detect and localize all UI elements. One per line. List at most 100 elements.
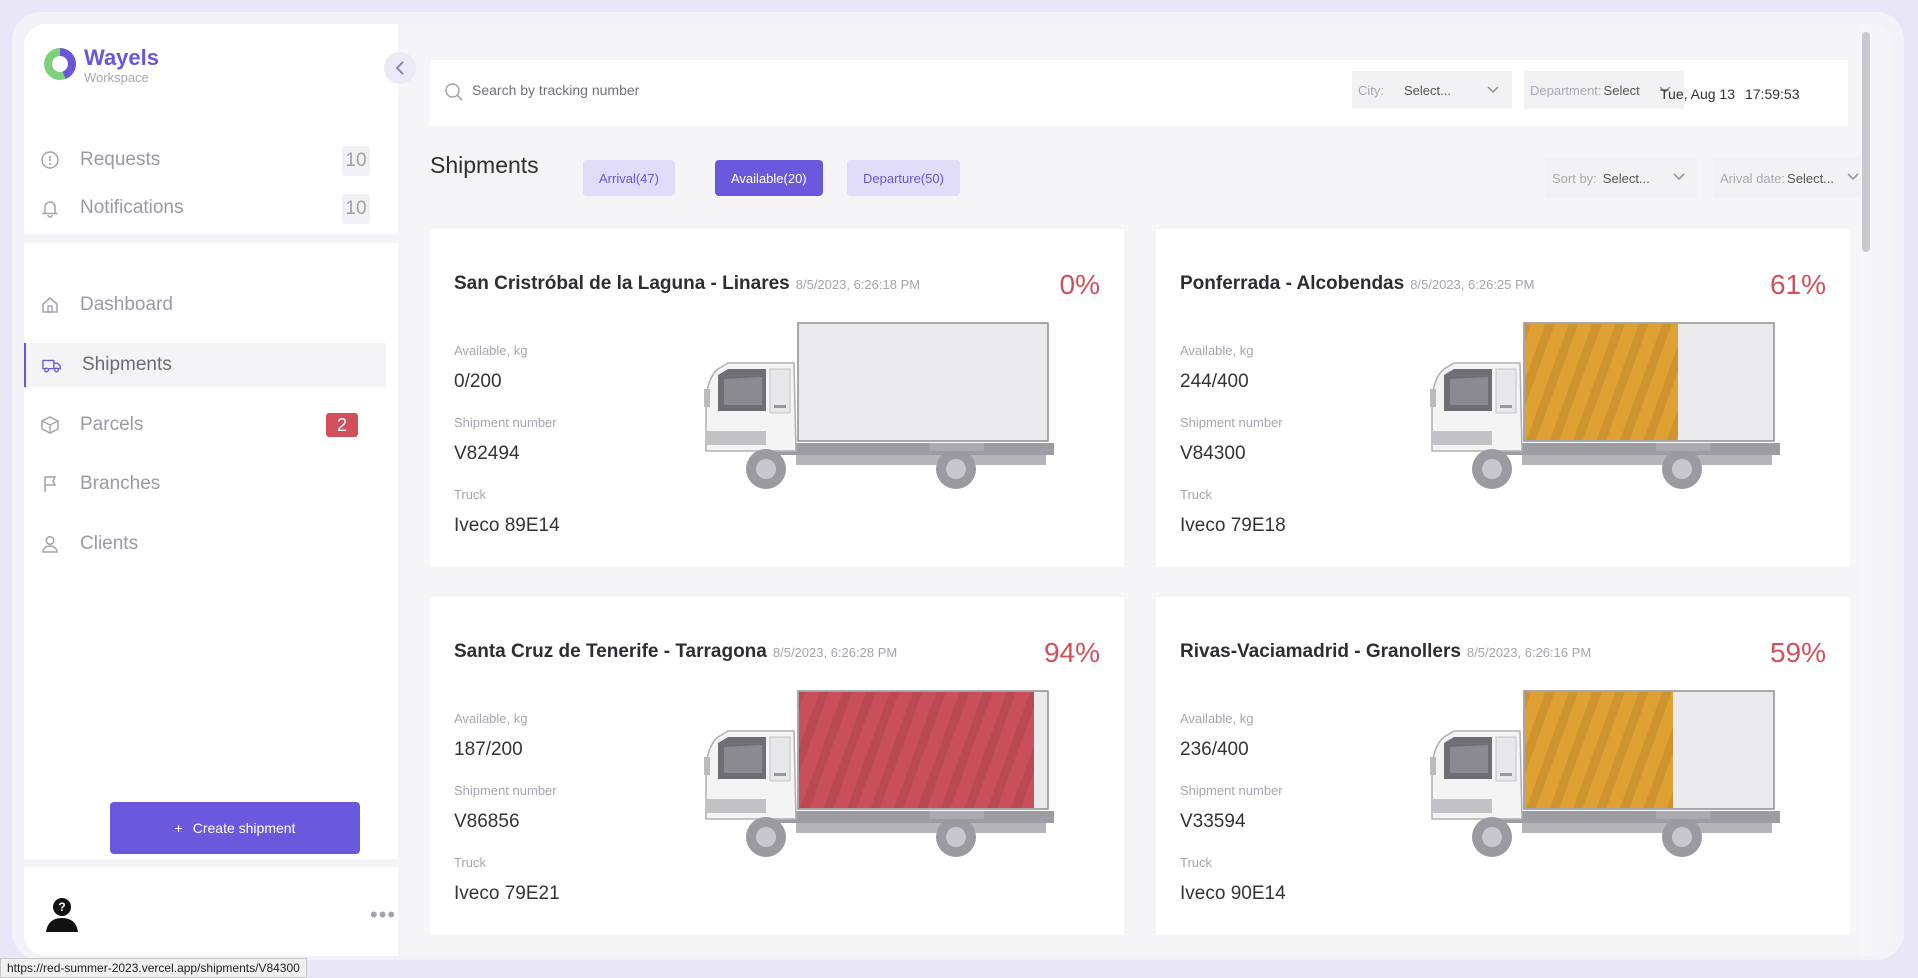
cargo-fill	[799, 692, 1034, 808]
scrollbar-thumb[interactable]	[1862, 32, 1870, 252]
home-icon	[40, 295, 60, 315]
current-datetime: Tue, Aug 13 17:59:53	[1660, 86, 1799, 102]
notifications-count: 10	[342, 194, 370, 224]
page-title: Shipments	[430, 152, 539, 178]
shipment-card[interactable]: Santa Cruz de Tenerife - Tarragona 8/5/20…	[430, 597, 1124, 935]
shipment-number-label: Shipment number	[1180, 783, 1283, 798]
sidebar-item-requests[interactable]: Requests 10	[24, 138, 386, 182]
tab-departure[interactable]: Departure(50)	[847, 160, 960, 196]
shipment-route: Rivas-Vaciamadrid - Granollers 8/5/2023, …	[1180, 641, 1591, 663]
truck-illustration	[1430, 687, 1780, 857]
cargo-fill	[1525, 324, 1678, 440]
shipment-route: Ponferrada - Alcobendas 8/5/2023, 6:26:25…	[1180, 273, 1535, 295]
plus-icon: +	[174, 820, 183, 836]
available-label: Available, kg	[1180, 711, 1254, 726]
truck-label: Truck	[1180, 487, 1213, 502]
truck-value: Iveco 90E14	[1180, 883, 1286, 904]
current-time: 17:59:53	[1744, 86, 1800, 102]
box-icon	[40, 415, 60, 435]
logo-ring-icon	[44, 48, 76, 80]
more-options-icon[interactable]: •••	[370, 902, 396, 928]
available-value: 236/400	[1180, 739, 1249, 760]
sort-filter-label: Sort by:	[1552, 170, 1597, 186]
city-filter-value: Select...	[1404, 82, 1451, 98]
shipment-card[interactable]: Ponferrada - Alcobendas 8/5/2023, 6:26:25…	[1156, 229, 1850, 567]
svg-text:?: ?	[58, 900, 65, 914]
shipment-route: Santa Cruz de Tenerife - Tarragona 8/5/20…	[454, 641, 897, 663]
chevron-down-icon	[1486, 82, 1500, 99]
sidebar-item-dashboard[interactable]: Dashboard	[24, 283, 386, 327]
load-percent: 94%	[1043, 637, 1100, 668]
window-frame: Wayels Workspace Requests 10 Notificatio	[12, 12, 1904, 960]
search-icon	[444, 82, 464, 107]
bell-icon	[40, 198, 60, 218]
main-content: City: Select... Department: Select Tue, …	[398, 24, 1892, 956]
shipment-card[interactable]: Rivas-Vaciamadrid - Granollers 8/5/2023, …	[1156, 597, 1850, 935]
department-filter-label: Department:	[1530, 82, 1602, 98]
create-shipment-label: Create shipment	[192, 820, 296, 836]
available-value: 244/400	[1180, 371, 1249, 392]
truck-value: Iveco 79E18	[1180, 515, 1286, 536]
tab-arrival[interactable]: Arrival(47)	[583, 160, 675, 196]
department-filter-value: Select	[1603, 82, 1640, 98]
truck-label: Truck	[454, 855, 487, 870]
shipment-date: 8/5/2023, 6:26:28 PM	[772, 645, 898, 660]
chevron-left-icon	[395, 61, 404, 75]
truck-value: Iveco 89E14	[454, 515, 560, 536]
shipment-number-label: Shipment number	[454, 415, 557, 430]
shipment-number-value: V84300	[1180, 443, 1246, 464]
truck-label: Truck	[454, 487, 487, 502]
sidebar-item-branches[interactable]: Branches	[24, 462, 386, 506]
scrollbar[interactable]	[1860, 24, 1872, 956]
shipment-route-text: Rivas-Vaciamadrid - Granollers	[1180, 641, 1461, 662]
sidebar-item-parcels[interactable]: Parcels 2	[24, 403, 386, 447]
shipment-number-value: V82494	[454, 443, 520, 464]
shipment-number-label: Shipment number	[454, 783, 557, 798]
available-label: Available, kg	[454, 711, 528, 726]
shipment-number-value: V86856	[454, 811, 520, 832]
brand-name: Wayels	[84, 45, 160, 70]
brand-logo[interactable]: Wayels Workspace	[44, 46, 159, 86]
truck-icon	[42, 355, 62, 375]
search-input[interactable]	[472, 82, 1072, 98]
truck-illustration	[1430, 319, 1780, 489]
city-filter-label: City:	[1358, 82, 1384, 98]
sidebar-item-label: Dashboard	[80, 294, 173, 315]
sidebar-item-shipments[interactable]: Shipments	[24, 343, 386, 387]
tab-available[interactable]: Available(20)	[715, 160, 823, 196]
collapse-sidebar-button[interactable]	[384, 52, 416, 84]
available-value: 187/200	[454, 739, 523, 760]
current-date: Tue, Aug 13	[1660, 86, 1735, 102]
requests-count: 10	[342, 146, 370, 176]
user-icon	[40, 534, 60, 554]
truck-illustration	[704, 319, 1054, 489]
city-filter[interactable]: City: Select...	[1352, 71, 1512, 109]
sidebar-item-label: Requests	[80, 149, 161, 170]
shipment-date: 8/5/2023, 6:26:25 PM	[1410, 277, 1535, 292]
sort-filter[interactable]: Sort by: Select...	[1546, 158, 1698, 198]
arrival-date-filter[interactable]: Arival date: Select...	[1714, 158, 1872, 198]
shipment-date: 8/5/2023, 6:26:18 PM	[795, 277, 921, 292]
parcels-badge: 2	[326, 413, 358, 437]
sidebar-item-label: Clients	[80, 533, 139, 554]
sidebar-item-clients[interactable]: Clients	[24, 522, 386, 566]
load-percent: 0%	[1059, 269, 1100, 300]
shipment-number-label: Shipment number	[1180, 415, 1283, 430]
arrival-date-filter-label: Arival date:	[1720, 170, 1786, 186]
sidebar-item-label: Shipments	[82, 354, 172, 375]
create-shipment-button[interactable]: + Create shipment	[110, 802, 360, 854]
avatar[interactable]: ?	[42, 894, 82, 934]
app-shell: Wayels Workspace Requests 10 Notificatio	[24, 24, 1892, 956]
available-label: Available, kg	[1180, 343, 1254, 358]
sidebar-top-section: Wayels Workspace Requests 10 Notificatio	[24, 24, 398, 234]
sidebar-item-label: Notifications	[80, 197, 184, 218]
flag-icon	[40, 474, 60, 494]
available-value: 0/200	[454, 371, 502, 392]
available-label: Available, kg	[454, 343, 528, 358]
sidebar-item-notifications[interactable]: Notifications 10	[24, 186, 386, 230]
shipment-card[interactable]: San Cristróbal de la Laguna - Linares 8/5…	[430, 229, 1124, 567]
status-bar-url: https://red-summer-2023.vercel.app/shipm…	[0, 958, 307, 978]
shipment-route: San Cristróbal de la Laguna - Linares 8/5…	[454, 273, 920, 295]
sidebar: Wayels Workspace Requests 10 Notificatio	[24, 24, 398, 956]
shipment-route-text: San Cristróbal de la Laguna - Linares	[454, 273, 790, 294]
